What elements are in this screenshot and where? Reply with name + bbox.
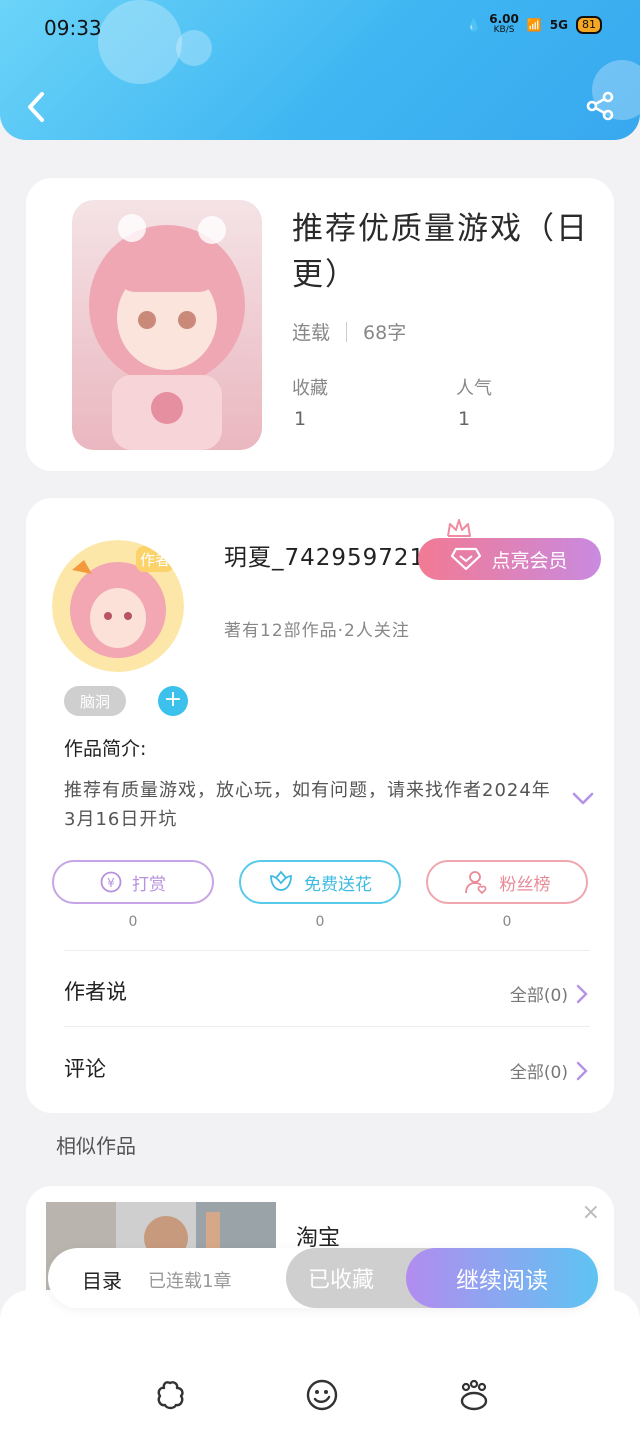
- share-icon[interactable]: [584, 90, 616, 122]
- reward-label: 打赏: [132, 874, 166, 895]
- reward-count: 0: [128, 914, 138, 930]
- yen-icon: ¥: [100, 871, 122, 893]
- battery-icon: 81: [576, 16, 602, 34]
- flower-icon: [270, 870, 292, 891]
- author-works-info: 著有12部作品·2人关注: [224, 621, 410, 641]
- author-avatar[interactable]: 作者: [52, 540, 184, 672]
- svg-text:作者: 作者: [140, 551, 170, 569]
- intro-title: 作品简介:: [64, 738, 147, 760]
- collected-label: 已收藏: [307, 1268, 374, 1293]
- chevron-right-icon: [576, 984, 588, 1003]
- face-nav-icon[interactable]: [305, 1378, 339, 1412]
- continue-reading-button[interactable]: 继续阅读: [406, 1248, 598, 1308]
- author-card: 作者 玥夏_742959721 点亮会员 著有12部作品·2人关注 脑洞 + 作…: [26, 498, 614, 1113]
- book-info-card: 推荐优质量游戏（日更） 连载 68字 收藏 1 人气 1: [26, 178, 614, 471]
- data-saver-icon: 💧: [466, 18, 482, 32]
- comments-count: 全部(0): [509, 1063, 568, 1083]
- reward-button[interactable]: ¥ 打赏: [52, 860, 214, 904]
- bottom-nav: [0, 1290, 640, 1433]
- popularity-label: 人气: [456, 378, 492, 399]
- divider: [64, 1026, 590, 1027]
- reading-action-bar: 目录 已连载1章 已收藏 继续阅读: [48, 1248, 598, 1308]
- net-speed: 6.00 KB/S: [489, 12, 519, 35]
- comments-more[interactable]: 全部(0): [510, 1058, 588, 1083]
- decor-bubble: [176, 30, 212, 66]
- vip-button[interactable]: 点亮会员: [418, 538, 601, 580]
- popularity-value: 1: [458, 408, 471, 430]
- chevron-down-icon[interactable]: [572, 792, 594, 806]
- fans-icon: [464, 871, 486, 895]
- decor-bubble: [98, 0, 182, 84]
- book-status: 连载: [292, 322, 331, 344]
- toc-button[interactable]: 目录: [82, 1265, 122, 1294]
- flower-count: 0: [315, 914, 325, 930]
- back-icon[interactable]: [22, 88, 52, 126]
- crown-icon: [447, 519, 471, 537]
- wifi-icon: 📶: [526, 18, 542, 32]
- comments-title[interactable]: 评论: [64, 1053, 106, 1083]
- favorites-label: 收藏: [292, 378, 328, 399]
- diamond-icon: [451, 547, 482, 571]
- author-says-title[interactable]: 作者说: [64, 976, 127, 1006]
- free-flower-label: 免费送花: [304, 874, 372, 895]
- network-type: 5G: [549, 18, 568, 32]
- favorites-value: 1: [294, 408, 307, 430]
- svg-text:¥: ¥: [107, 876, 115, 890]
- chapters-status: 已连载1章: [148, 1271, 232, 1292]
- author-says-count: 全部(0): [509, 986, 568, 1006]
- paw-nav-icon[interactable]: [457, 1378, 491, 1412]
- fans-rank-label: 粉丝榜: [499, 874, 551, 895]
- author-name[interactable]: 玥夏_742959721: [224, 538, 425, 572]
- flower-nav-icon[interactable]: [153, 1378, 187, 1412]
- close-icon[interactable]: ×: [582, 1200, 600, 1225]
- top-header: 09:33 💧 6.00 KB/S 📶 5G 81: [0, 0, 640, 140]
- author-says-more[interactable]: 全部(0): [510, 981, 588, 1006]
- fans-count: 0: [502, 914, 512, 930]
- free-flower-button[interactable]: 免费送花: [239, 860, 401, 904]
- book-meta: 连载 68字: [292, 318, 406, 345]
- book-cover[interactable]: [72, 200, 262, 450]
- status-time: 09:33: [44, 16, 102, 40]
- chevron-right-icon: [576, 1061, 588, 1080]
- word-count: 68字: [363, 322, 407, 344]
- genre-tag[interactable]: 脑洞: [64, 686, 126, 716]
- meta-divider: [346, 321, 348, 342]
- similar-works-title: 相似作品: [56, 1134, 136, 1158]
- vip-label: 点亮会员: [491, 549, 568, 572]
- add-tag-button[interactable]: +: [158, 686, 188, 716]
- divider: [64, 950, 590, 951]
- book-title: 推荐优质量游戏（日更）: [292, 211, 589, 293]
- status-icons: 💧 6.00 KB/S 📶 5G 81: [466, 12, 602, 36]
- fans-rank-button[interactable]: 粉丝榜: [426, 860, 588, 904]
- intro-text: 推荐有质量游戏，放心玩，如有问题，请来找作者2024年3月16日开坑: [64, 780, 551, 830]
